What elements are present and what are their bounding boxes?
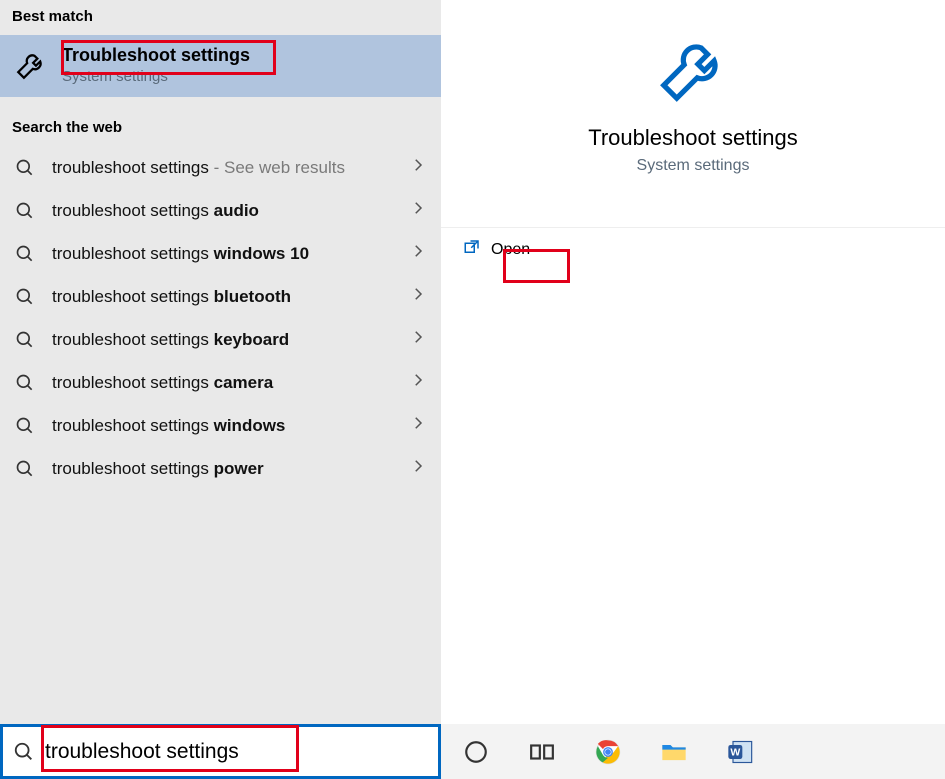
open-external-icon: [463, 238, 481, 261]
best-match-subtitle: System settings: [62, 68, 250, 85]
cortana-icon[interactable]: [455, 731, 497, 773]
svg-text:W: W: [730, 746, 740, 758]
preview-subtitle: System settings: [637, 157, 750, 175]
web-result-text: troubleshoot settings - See web results: [52, 158, 345, 178]
web-result-text: troubleshoot settings windows 10: [52, 244, 309, 264]
search-web-header: Search the web: [0, 111, 441, 146]
taskview-icon[interactable]: [521, 731, 563, 773]
web-result-item[interactable]: troubleshoot settings windows: [0, 404, 441, 447]
open-label: Open: [491, 241, 530, 259]
file-explorer-icon[interactable]: [653, 731, 695, 773]
search-icon: [14, 200, 36, 222]
best-match-header: Best match: [0, 0, 441, 35]
web-results-list: troubleshoot settings - See web results …: [0, 146, 441, 490]
search-icon: [14, 286, 36, 308]
chevron-right-icon: [409, 457, 427, 480]
best-match-title: Troubleshoot settings: [62, 45, 250, 66]
search-input[interactable]: [45, 740, 428, 764]
search-icon: [14, 329, 36, 351]
web-result-text: troubleshoot settings keyboard: [52, 330, 289, 350]
wrench-icon: [651, 26, 736, 111]
best-match-result[interactable]: Troubleshoot settings System settings: [0, 35, 441, 97]
search-icon: [14, 458, 36, 480]
search-icon: [14, 157, 36, 179]
chrome-icon[interactable]: [587, 731, 629, 773]
wrench-icon: [14, 48, 48, 82]
web-result-item[interactable]: troubleshoot settings audio: [0, 189, 441, 232]
web-result-item[interactable]: troubleshoot settings keyboard: [0, 318, 441, 361]
search-results-panel: Best match Troubleshoot settings System …: [0, 0, 441, 779]
taskbar: W: [441, 724, 945, 779]
search-icon: [14, 415, 36, 437]
web-result-text: troubleshoot settings bluetooth: [52, 287, 291, 307]
web-result-text: troubleshoot settings camera: [52, 373, 273, 393]
web-result-item[interactable]: troubleshoot settings camera: [0, 361, 441, 404]
web-result-text: troubleshoot settings power: [52, 459, 264, 479]
chevron-right-icon: [409, 285, 427, 308]
chevron-right-icon: [409, 156, 427, 179]
search-bar[interactable]: [0, 724, 441, 779]
word-icon[interactable]: W: [719, 731, 761, 773]
search-icon: [14, 243, 36, 265]
preview-panel: Troubleshoot settings System settings Op…: [441, 0, 945, 779]
chevron-right-icon: [409, 242, 427, 265]
chevron-right-icon: [409, 371, 427, 394]
web-result-item[interactable]: troubleshoot settings windows 10: [0, 232, 441, 275]
chevron-right-icon: [409, 328, 427, 351]
web-result-item[interactable]: troubleshoot settings bluetooth: [0, 275, 441, 318]
web-result-text: troubleshoot settings windows: [52, 416, 285, 436]
web-result-item[interactable]: troubleshoot settings power: [0, 447, 441, 490]
preview-title: Troubleshoot settings: [588, 125, 798, 151]
web-result-text: troubleshoot settings audio: [52, 201, 259, 221]
open-action[interactable]: Open: [441, 227, 945, 271]
chevron-right-icon: [409, 199, 427, 222]
chevron-right-icon: [409, 414, 427, 437]
search-icon: [13, 741, 35, 763]
web-result-item[interactable]: troubleshoot settings - See web results: [0, 146, 441, 189]
search-icon: [14, 372, 36, 394]
